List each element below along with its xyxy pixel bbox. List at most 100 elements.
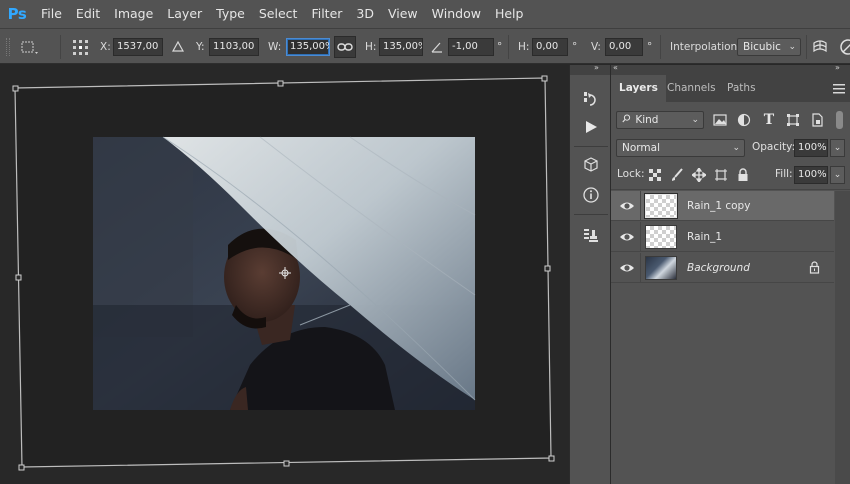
- eye-icon[interactable]: [619, 229, 635, 245]
- lock-transparent-pixels-icon[interactable]: [647, 167, 663, 183]
- cancel-transform-icon[interactable]: [838, 37, 850, 57]
- opacity-field[interactable]: 100%: [794, 139, 828, 157]
- lock-all-icon[interactable]: [735, 167, 751, 183]
- menu-layer[interactable]: Layer: [160, 0, 209, 28]
- menu-help[interactable]: Help: [488, 0, 531, 28]
- history-icon[interactable]: [578, 87, 604, 111]
- separator: [660, 35, 661, 59]
- lock-image-pixels-icon[interactable]: [669, 167, 685, 183]
- menu-select[interactable]: Select: [252, 0, 305, 28]
- collapse-right-icon[interactable]: »: [835, 63, 840, 72]
- layer-thumbnail[interactable]: [645, 225, 677, 249]
- options-bar: X: 1537,00 px Y: 1103,00 px W: 135,00% H…: [0, 28, 850, 64]
- layer-row-background[interactable]: Background: [611, 253, 834, 283]
- interpolation-label: Interpolation:: [670, 41, 741, 53]
- menu-view[interactable]: View: [381, 0, 425, 28]
- separator: [574, 146, 608, 147]
- fill-field[interactable]: 100%: [794, 166, 828, 184]
- filter-type-icon[interactable]: T: [761, 112, 777, 128]
- chevron-down-icon: ⌄: [788, 42, 796, 52]
- delta-icon[interactable]: [171, 38, 185, 56]
- h-label: H:: [365, 41, 377, 53]
- tab-channels[interactable]: Channels: [659, 75, 724, 102]
- search-icon: [622, 112, 632, 128]
- info-icon[interactable]: [578, 183, 604, 207]
- layer-name[interactable]: Background: [687, 253, 750, 283]
- filter-smart-object-icon[interactable]: [809, 112, 825, 128]
- lock-icon: [809, 261, 820, 277]
- tab-layers[interactable]: Layers: [611, 75, 666, 102]
- link-icon[interactable]: [334, 36, 356, 58]
- interpolation-select[interactable]: Bicubic ⌄: [737, 38, 801, 56]
- collapsed-panel-strip: »: [569, 63, 611, 484]
- skew-v-field[interactable]: 0,00: [605, 38, 643, 56]
- layer-name[interactable]: Rain_1: [687, 222, 722, 252]
- menu-type[interactable]: Type: [209, 0, 252, 28]
- layer-row-rain-1[interactable]: Rain_1: [611, 222, 834, 252]
- chevron-down-icon: ⌄: [732, 143, 740, 153]
- separator: [508, 35, 509, 59]
- lock-artboard-icon[interactable]: [713, 167, 729, 183]
- collapse-arrows-icon[interactable]: »: [594, 63, 599, 72]
- menu-edit[interactable]: Edit: [69, 0, 107, 28]
- layer-name[interactable]: Rain_1 copy: [687, 191, 750, 221]
- interpolation-value: Bicubic: [743, 41, 781, 53]
- w-label: W:: [268, 41, 282, 53]
- filter-pixel-icon[interactable]: [712, 112, 728, 128]
- rotate-angle-icon[interactable]: [430, 38, 444, 56]
- rotate-field[interactable]: -1,00: [448, 38, 494, 56]
- width-field[interactable]: 135,00%: [286, 38, 330, 56]
- menu-window[interactable]: Window: [425, 0, 488, 28]
- tab-paths[interactable]: Paths: [719, 75, 764, 102]
- height-field[interactable]: 135,00%: [379, 38, 423, 56]
- document-canvas[interactable]: [0, 65, 569, 484]
- layer-thumbnail[interactable]: [644, 193, 678, 219]
- x-field[interactable]: 1537,00 px: [113, 38, 163, 56]
- play-actions-icon[interactable]: [578, 115, 604, 139]
- filter-toggle[interactable]: [836, 111, 843, 129]
- filter-kind-select[interactable]: Kind ⌄: [616, 111, 704, 129]
- opacity-dropdown-icon[interactable]: ⌄: [830, 139, 845, 157]
- transform-tool-icon[interactable]: [18, 38, 40, 56]
- menu-image[interactable]: Image: [107, 0, 160, 28]
- menu-filter[interactable]: Filter: [304, 0, 349, 28]
- collapse-left-icon[interactable]: «: [613, 63, 618, 72]
- layer-row-rain-1-copy[interactable]: Rain_1 copy: [611, 191, 834, 221]
- separator: [574, 214, 608, 215]
- fill-dropdown-icon[interactable]: ⌄: [830, 166, 845, 184]
- lock-position-icon[interactable]: [691, 167, 707, 183]
- grip-icon: [6, 38, 10, 56]
- menu-bar: Ps File Edit Image Layer Type Select Fil…: [0, 0, 850, 28]
- warp-mode-icon[interactable]: [810, 37, 830, 57]
- reference-point-icon[interactable]: [70, 38, 90, 56]
- skew-h-field[interactable]: 0,00: [532, 38, 568, 56]
- y-field[interactable]: 1103,00 px: [209, 38, 259, 56]
- layers-panel: « » Layers Channels Paths Kind ⌄ T Norma…: [611, 63, 850, 484]
- opacity-label: Opacity:: [752, 141, 796, 153]
- blend-mode-value: Normal: [622, 142, 660, 154]
- 3d-icon[interactable]: [578, 153, 604, 177]
- strip-header: »: [570, 63, 610, 75]
- y-label: Y:: [196, 41, 205, 53]
- eye-icon[interactable]: [619, 198, 635, 214]
- menu-file[interactable]: File: [34, 0, 69, 28]
- panel-tabs: Layers Channels Paths: [611, 75, 850, 102]
- lock-label: Lock:: [617, 168, 645, 180]
- chevron-down-icon: ⌄: [691, 115, 699, 125]
- filter-adjustment-icon[interactable]: [736, 112, 752, 128]
- clone-source-icon[interactable]: [578, 223, 604, 247]
- layer-thumbnail[interactable]: [645, 256, 677, 280]
- separator: [611, 189, 850, 190]
- blend-mode-select[interactable]: Normal ⌄: [616, 139, 745, 157]
- panel-menu-icon[interactable]: [833, 84, 845, 94]
- separator: [806, 35, 807, 59]
- menu-3d[interactable]: 3D: [349, 0, 381, 28]
- layers-scrollbar[interactable]: [835, 191, 850, 484]
- filter-shape-icon[interactable]: [785, 112, 801, 128]
- eye-icon[interactable]: [619, 260, 635, 276]
- fill-label: Fill:: [775, 168, 793, 180]
- skew-h-label: H:: [518, 41, 530, 53]
- rotate-unit: °: [497, 41, 503, 53]
- canvas-svg: [0, 65, 569, 484]
- skew-v-unit: °: [647, 41, 653, 53]
